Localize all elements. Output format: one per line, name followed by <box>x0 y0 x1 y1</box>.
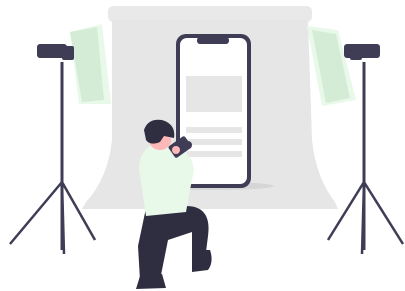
backdrop-roll <box>108 6 312 22</box>
light-head-right <box>344 44 380 58</box>
phone-notch <box>197 37 229 44</box>
phone-screen-line-2 <box>186 139 242 145</box>
studio-illustration <box>0 0 405 291</box>
phone-screen-line-1 <box>186 127 242 133</box>
phone-screen-image-placeholder <box>186 76 242 112</box>
photographer-shirt <box>139 146 194 216</box>
studio-light-right-icon <box>307 26 405 255</box>
studio-light-left-icon <box>9 24 111 255</box>
light-head-left <box>37 44 67 58</box>
phone-screen-line-3 <box>186 151 242 157</box>
